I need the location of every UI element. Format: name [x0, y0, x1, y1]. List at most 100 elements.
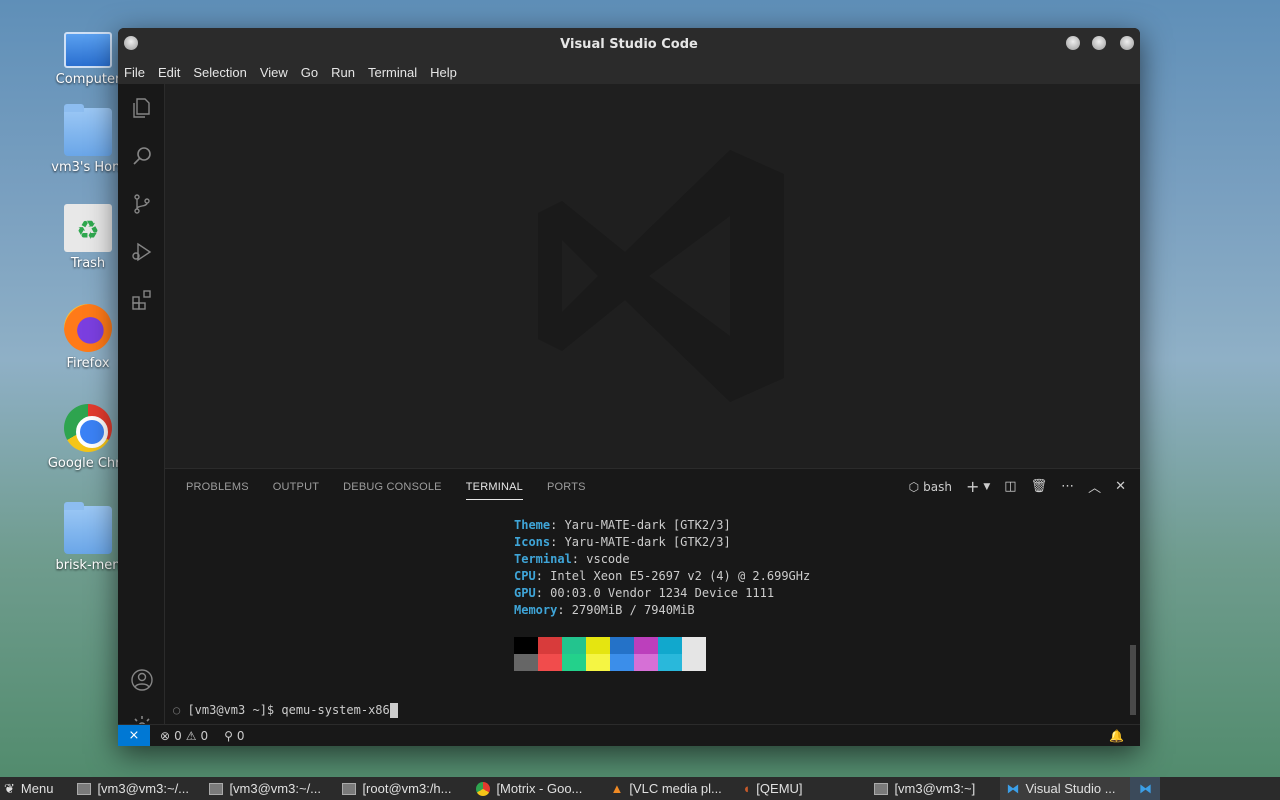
terminal-output[interactable]: Theme: Yaru-MATE-dark [GTK2/3] Icons: Ya…: [165, 505, 1140, 725]
trash-icon[interactable]: 🗑: [1031, 479, 1048, 494]
info-line: Theme: Yaru-MATE-dark [GTK2/3]: [514, 518, 731, 532]
accounts-icon[interactable]: [118, 656, 165, 704]
close-button[interactable]: [1120, 36, 1134, 50]
chrome-icon: [476, 781, 491, 796]
error-icon: ⊗: [160, 728, 171, 743]
terminal-window-icon: [342, 782, 357, 795]
info-line: Memory: 2790MiB / 7940MiB: [514, 603, 695, 617]
problems-status[interactable]: ⊗ 0 ⚠ 0: [160, 729, 208, 743]
start-menu-button[interactable]: ❦ Menu: [0, 777, 59, 800]
color-swatches: [514, 637, 706, 671]
ports-status[interactable]: ⚲ 0: [224, 729, 244, 743]
taskbar-item[interactable]: [vm3@vm3:~/...: [203, 777, 336, 800]
menu-bar: File Edit Selection View Go Run Terminal…: [118, 60, 1140, 84]
taskbar-item[interactable]: [vm3@vm3:~/...: [71, 777, 203, 800]
menu-help[interactable]: Help: [430, 65, 457, 80]
terminal-prompt[interactable]: ○ [vm3@vm3 ~]$ qemu-system-x86: [173, 703, 398, 718]
tab-output[interactable]: OUTPUT: [273, 475, 319, 499]
source-control-icon[interactable]: [118, 180, 165, 228]
terminal-shell-icon: ⬡: [908, 479, 920, 494]
menu-run[interactable]: Run: [331, 65, 355, 80]
chevron-down-icon[interactable]: ▼: [983, 482, 990, 492]
menu-label: Menu: [20, 781, 54, 796]
terminal-cursor: [389, 703, 398, 718]
menu-logo-icon: ❦: [4, 780, 15, 796]
vscode-watermark-icon: [538, 150, 784, 402]
status-bar: ⨯ ⊗ 0 ⚠ 0 ⚲ 0 🔔: [118, 724, 1140, 746]
shell-label: bash: [923, 479, 952, 494]
color-swatch: [634, 654, 658, 671]
home-folder-icon: [64, 104, 112, 156]
color-swatch: [586, 637, 610, 654]
terminal-scrollbar[interactable]: [1130, 645, 1136, 715]
extensions-icon[interactable]: [118, 276, 165, 324]
qemu-icon: ◖: [742, 781, 751, 796]
tab-debug-console[interactable]: DEBUG CONSOLE: [343, 475, 442, 499]
remote-indicator-icon[interactable]: ⨯: [118, 724, 150, 746]
more-actions-icon[interactable]: ⋯: [1061, 479, 1074, 494]
terminal-shell-selector[interactable]: ⬡ bash: [909, 480, 952, 494]
minimize-button[interactable]: [1066, 36, 1080, 50]
color-swatch: [682, 654, 706, 671]
color-swatch: [514, 637, 538, 654]
color-swatch: [514, 654, 538, 671]
warning-icon: ⚠: [185, 728, 197, 743]
menu-view[interactable]: View: [260, 65, 288, 80]
ports-count: 0: [236, 728, 245, 743]
taskbar-item[interactable]: [vm3@vm3:~]: [868, 777, 1000, 800]
color-swatch: [682, 637, 706, 654]
search-icon[interactable]: [118, 132, 165, 180]
close-panel-icon[interactable]: ✕: [1115, 479, 1126, 494]
taskbar-item[interactable]: [Motrix - Goo...: [470, 777, 604, 800]
color-swatch: [538, 637, 562, 654]
prompt-text: [vm3@vm3 ~]$ qemu-system-x86: [187, 703, 390, 717]
split-terminal-icon[interactable]: ◫: [1004, 479, 1016, 494]
window-menu-button[interactable]: [124, 36, 138, 50]
error-count: 0: [174, 728, 182, 743]
color-swatch: [610, 637, 634, 654]
color-swatch: [610, 654, 634, 671]
vscode-icon: ⧓: [1006, 780, 1020, 796]
menu-terminal[interactable]: Terminal: [368, 65, 417, 80]
color-swatch: [562, 637, 586, 654]
info-line: Icons: Yaru-MATE-dark [GTK2/3]: [514, 535, 731, 549]
new-terminal-plus-icon[interactable]: +: [966, 477, 979, 496]
firefox-icon: [64, 304, 112, 352]
color-swatch: [562, 654, 586, 671]
menu-file[interactable]: File: [124, 65, 145, 80]
menu-go[interactable]: Go: [301, 65, 318, 80]
trash-icon: [64, 204, 112, 252]
tray-vscode-icon[interactable]: ⧓: [1130, 777, 1161, 800]
window-title: Visual Studio Code: [560, 36, 698, 52]
color-swatch: [538, 654, 562, 671]
swatch-row-top: [514, 637, 706, 654]
title-bar[interactable]: Visual Studio Code: [118, 28, 1140, 60]
explorer-icon[interactable]: [118, 84, 165, 132]
terminal-window-icon: [77, 782, 92, 795]
terminal-window-icon: [874, 782, 889, 795]
color-swatch: [658, 654, 682, 671]
maximize-panel-chevron-up-icon[interactable]: ︿: [1088, 477, 1101, 496]
menu-selection[interactable]: Selection: [193, 65, 246, 80]
chrome-icon: [64, 404, 112, 452]
terminal-window-icon: [209, 782, 224, 795]
info-line: GPU: 00:03.0 Vendor 1234 Device 1111: [514, 586, 775, 600]
tab-terminal[interactable]: TERMINAL: [465, 475, 523, 500]
tab-ports[interactable]: PORTS: [547, 475, 586, 499]
menu-edit[interactable]: Edit: [158, 65, 180, 80]
info-line: Terminal: vscode: [514, 552, 630, 566]
editor-area[interactable]: [165, 84, 1140, 468]
tab-problems[interactable]: PROBLEMS: [186, 475, 249, 499]
neofetch-info: Theme: Yaru-MATE-dark [GTK2/3] Icons: Ya…: [514, 517, 810, 619]
maximize-button[interactable]: [1092, 36, 1106, 50]
vlc-icon: ▲: [610, 781, 624, 796]
bottom-panel: PROBLEMS OUTPUT DEBUG CONSOLE TERMINAL P…: [165, 468, 1140, 724]
run-debug-icon[interactable]: [118, 228, 165, 276]
taskbar-item[interactable]: ◖ [QEMU]: [736, 777, 868, 800]
taskbar-item-active[interactable]: ⧓ Visual Studio ...: [1000, 777, 1131, 800]
taskbar-item[interactable]: ▲ [VLC media pl...: [604, 777, 736, 800]
warning-count: 0: [200, 728, 209, 743]
monitor-icon: [64, 32, 112, 68]
taskbar-item[interactable]: [root@vm3:/h...: [336, 777, 470, 800]
notifications-bell-icon[interactable]: 🔔: [1109, 729, 1124, 743]
